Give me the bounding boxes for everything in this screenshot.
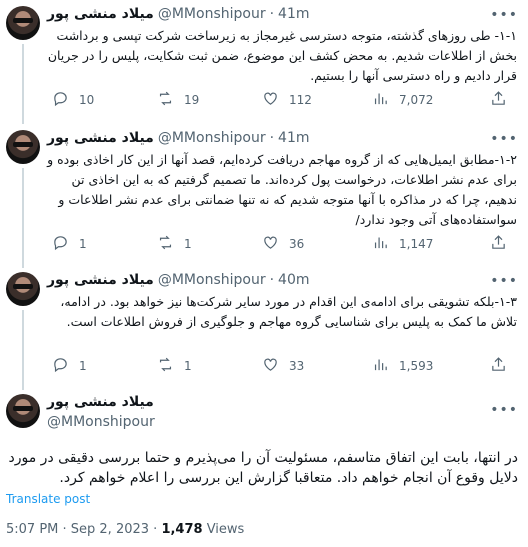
- tweet-text: ۱-۱- طی روزهای گذشته، متوجه دسترسی غیرمج…: [47, 28, 517, 83]
- thread-line: [22, 310, 24, 390]
- tweet-time[interactable]: 41m: [278, 130, 309, 146]
- like-count: 36: [289, 237, 305, 251]
- retweet-button[interactable]: 1: [157, 356, 192, 376]
- retweet-count: 1: [184, 359, 192, 373]
- avatar[interactable]: [6, 272, 40, 306]
- more-icon[interactable]: •••: [490, 402, 518, 418]
- tweet-header: میلاد منشی پور @MMonshipour · 40m: [47, 272, 309, 288]
- share-icon[interactable]: [490, 356, 507, 376]
- reply-button[interactable]: 1: [52, 356, 87, 376]
- avatar[interactable]: [6, 130, 40, 164]
- tweet-3[interactable]: میلاد منشی پور @MMonshipour · 40m ••• ۱-…: [0, 272, 528, 390]
- tweet-actions: 1 1 36 1,147: [47, 234, 517, 254]
- separator-dot: ·: [269, 130, 275, 146]
- more-icon[interactable]: •••: [490, 273, 518, 289]
- retweet-icon: [157, 90, 174, 110]
- tweet-actions: 10 19 112 7,072: [47, 90, 517, 110]
- reply-count: 1: [79, 237, 87, 251]
- reply-count: 10: [79, 93, 95, 107]
- author-handle[interactable]: @MMonshipour: [47, 414, 155, 430]
- like-icon: [262, 234, 279, 254]
- views-icon: [372, 356, 389, 376]
- like-button[interactable]: 33: [262, 356, 304, 376]
- like-count: 112: [289, 93, 312, 107]
- tweet-text: ۱-۲-مطابق ایمیل‌هایی که از گروه مهاجم در…: [47, 152, 517, 227]
- views-icon: [372, 90, 389, 110]
- retweet-count: 1: [184, 237, 192, 251]
- reply-count: 1: [79, 359, 87, 373]
- like-count: 33: [289, 359, 305, 373]
- retweet-icon: [157, 356, 174, 376]
- retweet-count: 19: [184, 93, 200, 107]
- tweet-time[interactable]: 40m: [278, 272, 309, 288]
- author-name[interactable]: میلاد منشی پور: [47, 394, 154, 410]
- like-button[interactable]: 36: [262, 234, 304, 254]
- author-name[interactable]: میلاد منشی پور: [47, 6, 154, 22]
- avatar[interactable]: [6, 394, 40, 428]
- tweet-meta: 5:07 PM · Sep 2, 2023 · 1,478 Views: [6, 522, 244, 537]
- avatar[interactable]: [6, 6, 40, 40]
- tweet-header: میلاد منشی پور @MMonshipour · 41m: [47, 130, 309, 146]
- views-button[interactable]: 7,072: [372, 90, 433, 110]
- reply-icon: [52, 90, 69, 110]
- tweet-timestamp[interactable]: 5:07 PM · Sep 2, 2023 ·: [6, 522, 161, 537]
- tweet-text: ۱-۳-بلکه تشویقی برای ادامه‌ی این اقدام د…: [60, 294, 517, 329]
- views-count: 7,072: [399, 93, 434, 107]
- tweet-header: میلاد منشی پور @MMonshipour · 41m: [47, 6, 309, 22]
- reply-icon: [52, 356, 69, 376]
- views-button[interactable]: 1,147: [372, 234, 433, 254]
- thread-line: [22, 44, 24, 124]
- like-icon: [262, 356, 279, 376]
- views-label: Views: [202, 522, 245, 537]
- retweet-button[interactable]: 1: [157, 234, 192, 254]
- main-tweet-text: در انتها، بابت این اتفاق متاسفم، مسئولیت…: [8, 450, 519, 486]
- author-handle[interactable]: @MMonshipour: [158, 272, 266, 288]
- views-icon: [372, 234, 389, 254]
- translate-link[interactable]: Translate post: [6, 492, 90, 506]
- author-handle[interactable]: @MMonshipour: [158, 130, 266, 146]
- tweet-1[interactable]: میلاد منشی پور @MMonshipour · 41m ••• ۱-…: [0, 6, 528, 124]
- thread-line: [22, 168, 24, 268]
- tweet-time[interactable]: 41m: [278, 6, 309, 22]
- tweet-actions: 1 1 33 1,593: [47, 356, 517, 376]
- more-icon[interactable]: •••: [490, 7, 518, 23]
- share-icon[interactable]: [490, 90, 507, 110]
- like-icon: [262, 90, 279, 110]
- reply-icon: [52, 234, 69, 254]
- author-name[interactable]: میلاد منشی پور: [47, 272, 154, 288]
- separator-dot: ·: [269, 272, 275, 288]
- main-tweet: میلاد منشی پور @MMonshipour ••• در انتها…: [0, 390, 528, 547]
- like-button[interactable]: 112: [262, 90, 312, 110]
- author-name[interactable]: میلاد منشی پور: [47, 130, 154, 146]
- more-icon[interactable]: •••: [490, 131, 518, 147]
- reply-button[interactable]: 10: [52, 90, 94, 110]
- tweet-2[interactable]: میلاد منشی پور @MMonshipour · 41m ••• ۱-…: [0, 130, 528, 268]
- reply-button[interactable]: 1: [52, 234, 87, 254]
- retweet-icon: [157, 234, 174, 254]
- separator-dot: ·: [269, 6, 275, 22]
- share-icon[interactable]: [490, 234, 507, 254]
- retweet-button[interactable]: 19: [157, 90, 199, 110]
- views-button[interactable]: 1,593: [372, 356, 433, 376]
- views-count: 1,593: [399, 359, 434, 373]
- views-count: 1,478: [161, 522, 203, 537]
- views-count: 1,147: [399, 237, 434, 251]
- author-handle[interactable]: @MMonshipour: [158, 6, 266, 22]
